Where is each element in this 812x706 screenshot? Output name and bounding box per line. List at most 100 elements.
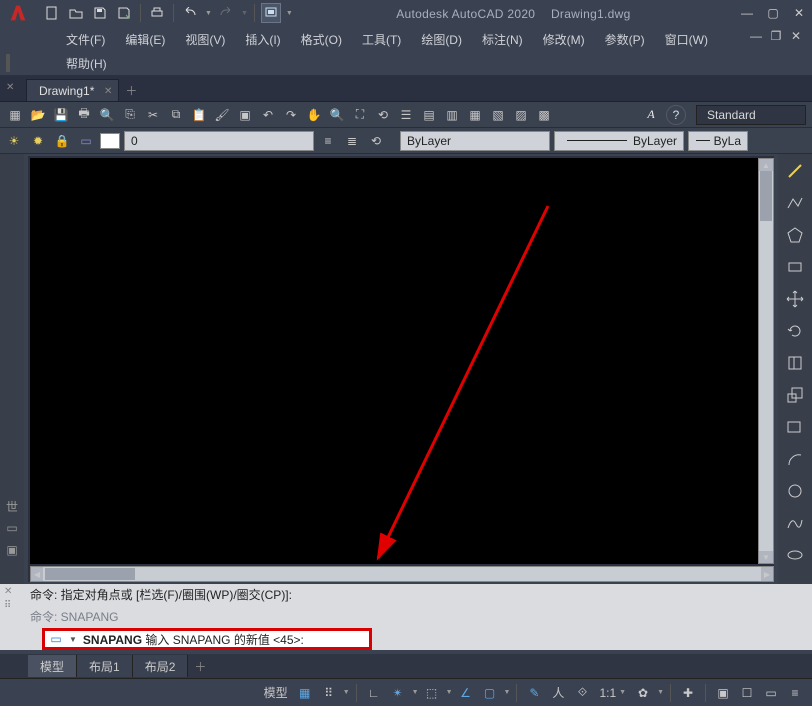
cut-icon[interactable]: ✂ [142,104,164,126]
workspace-switch-icon[interactable]: ✿ [632,682,654,704]
drawing-canvas[interactable] [30,158,758,564]
saveas-icon[interactable] [114,3,134,23]
otrack-icon[interactable]: ∠ [455,682,477,704]
workspace-dropdown-icon[interactable]: ▼ [286,10,293,17]
lineweight-combo[interactable]: ByLayer [554,131,684,151]
style-combo[interactable]: Standard [696,105,806,125]
undo-icon[interactable] [180,3,200,23]
layerprev-icon[interactable]: ⟲ [366,131,386,151]
menu-edit[interactable]: 编辑(E) [115,27,175,51]
matchprop-icon[interactable]: 🖌 [211,104,233,126]
scale-icon[interactable] [782,382,808,408]
move-icon[interactable] [782,286,808,312]
menu-help[interactable]: 帮助(H) [56,53,117,75]
layers-icon[interactable]: ≡ [318,131,338,151]
linetype-combo[interactable]: ByLayer [400,131,550,151]
layer-lock-icon[interactable]: 🔒 [52,131,72,151]
scroll-left-icon[interactable]: ◀ [31,567,43,581]
xref-icon[interactable]: ▩ [533,104,555,126]
osnap-icon[interactable]: ▢ [479,682,501,704]
tab-close-icon[interactable]: ✕ [104,86,112,97]
layout-tab-1[interactable]: 布局1 [77,655,133,677]
menu-insert[interactable]: 插入(I) [235,27,290,51]
ellipse-icon[interactable] [782,542,808,568]
scroll-right-icon[interactable]: ▶ [761,567,773,581]
circle-icon[interactable] [782,478,808,504]
undo-dropdown-icon[interactable]: ▼ [205,10,212,17]
horizontal-scrollbar[interactable]: ◀ ▶ [30,566,774,582]
menu-dimension[interactable]: 标注(N) [472,27,533,51]
autoscale-icon[interactable]: ⟐ [571,682,593,704]
toolpalettes-icon[interactable]: ▥ [441,104,463,126]
status-model-button[interactable]: 模型 [260,684,292,701]
designcenter-icon[interactable]: ▤ [418,104,440,126]
zoomprev-icon[interactable]: ⟲ [372,104,394,126]
layer-combo[interactable]: 0 [124,131,314,151]
menu-parametric[interactable]: 参数(P) [595,27,655,51]
isodraft-icon[interactable]: ⬚ [421,682,443,704]
new-file-icon[interactable]: ▦ [4,104,26,126]
layer-off-icon[interactable]: ☀ [4,131,24,151]
layer-freeze-icon[interactable]: ✹ [28,131,48,151]
doc-restore-button[interactable]: ❐ [766,26,786,46]
trim-icon[interactable] [782,350,808,376]
color-swatch[interactable] [100,133,120,149]
scale-button[interactable]: 1:1▼ [595,686,630,700]
close-button[interactable]: ✕ [786,3,812,23]
zoomwin-icon[interactable]: ⛶ [349,104,371,126]
grid-icon[interactable]: ▦ [294,682,316,704]
layerstates-icon[interactable]: ≣ [342,131,362,151]
save-icon[interactable] [90,3,110,23]
isolate-icon[interactable]: ▣ [712,682,734,704]
polyline-icon[interactable] [782,190,808,216]
arc-icon[interactable] [782,446,808,472]
scroll-down-icon[interactable]: ▼ [759,551,773,563]
tool-a-icon[interactable]: ▭ [2,518,22,538]
undo2-icon[interactable]: ↶ [257,104,279,126]
ucs-label-icon[interactable]: 世 [2,496,22,516]
sheetset-icon[interactable]: ▦ [464,104,486,126]
preview-icon[interactable]: 🔍 [96,104,118,126]
spline-icon[interactable] [782,510,808,536]
layout-tab-model[interactable]: 模型 [28,655,77,677]
command-dropdown-icon[interactable]: ▼ [69,635,77,644]
polar-icon[interactable]: ✴ [387,682,409,704]
v-scroll-thumb[interactable] [760,171,772,221]
redo-dropdown-icon[interactable]: ▼ [241,10,248,17]
paste-icon[interactable]: 📋 [188,104,210,126]
blockeditor-icon[interactable]: ▣ [234,104,256,126]
menu-tools[interactable]: 工具(T) [352,27,411,51]
quickcalc-icon[interactable]: ▨ [510,104,532,126]
rotate-icon[interactable] [782,318,808,344]
layout-tab-2[interactable]: 布局2 [133,655,189,677]
menu-window[interactable]: 窗口(W) [655,27,718,51]
copy-icon[interactable]: ⧉ [165,104,187,126]
cleanscreen-icon[interactable]: ▭ [760,682,782,704]
publish-icon[interactable]: ⎘ [119,104,141,126]
tab-drawing1[interactable]: Drawing1* ✕ [26,79,119,101]
snap-icon[interactable]: ⠿ [318,682,340,704]
menu-draw[interactable]: 绘图(D) [411,27,472,51]
new-icon[interactable] [42,3,62,23]
markup-icon[interactable]: ▧ [487,104,509,126]
doc-minimize-button[interactable]: — [746,26,766,46]
stretch-icon[interactable] [782,414,808,440]
save-file-icon[interactable]: 💾 [50,104,72,126]
vertical-scrollbar[interactable]: ▲ ▼ [758,158,774,564]
minimize-button[interactable]: — [734,3,760,23]
maximize-button[interactable]: ▢ [760,3,786,23]
rectangle-icon[interactable] [782,254,808,280]
textstyle-icon[interactable]: A [641,105,661,125]
layer-color-icon[interactable]: ▭ [76,131,96,151]
annoscale-icon[interactable]: ✎ [523,682,545,704]
polygon-icon[interactable] [782,222,808,248]
scroll-up-icon[interactable]: ▲ [759,159,773,171]
plotstyle-combo[interactable]: ByLa [688,131,748,151]
pan-icon[interactable]: ✋ [303,104,325,126]
properties-icon[interactable]: ☰ [395,104,417,126]
menu-view[interactable]: 视图(V) [175,27,235,51]
command-input[interactable]: ▭ ▼ SNAPANG 输入 SNAPANG 的新值 <45>: [42,628,372,650]
menu-file[interactable]: 文件(F) [56,27,115,51]
redo2-icon[interactable]: ↷ [280,104,302,126]
help-icon[interactable]: ? [666,105,686,125]
